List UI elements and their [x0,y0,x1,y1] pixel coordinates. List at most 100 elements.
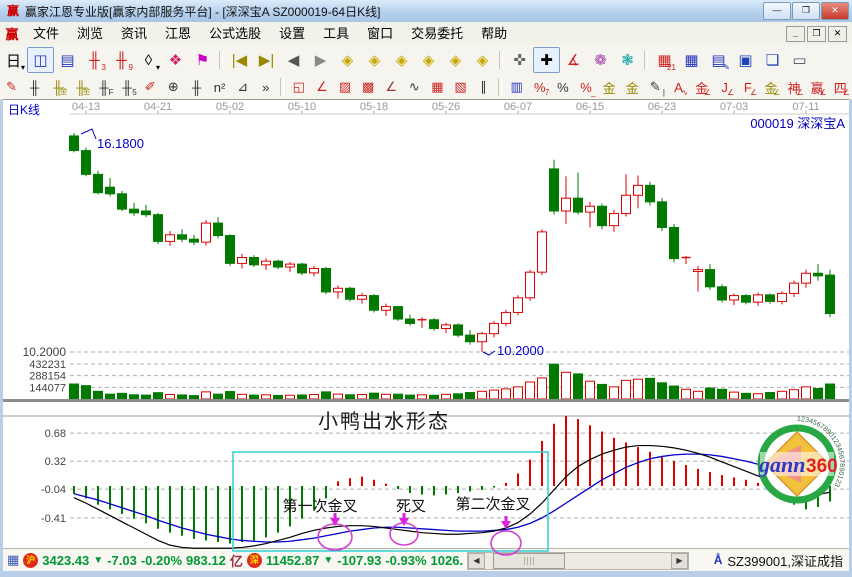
gann-flower-icon[interactable]: ❁ [587,47,614,73]
gold-angle-icon[interactable]: 金∠ [690,77,713,98]
volume-bar [226,392,235,399]
print-icon[interactable]: ▭ [786,47,813,73]
current-index-label[interactable]: SZ399001,深证成指 [727,551,843,570]
draw-pencil-icon[interactable]: ✎ [0,77,23,98]
zoom-diamond-down-icon[interactable]: ◈ [361,47,388,73]
f-angle-icon[interactable]: F∠ [736,77,759,98]
gold-angle2-icon[interactable]: 金∠ [759,77,782,98]
gann-fan-icon[interactable]: ∠ [310,77,333,98]
gann-grid-icon[interactable]: ╫ [23,77,46,98]
ying-angle-icon[interactable]: 赢∠ [806,77,829,98]
volume-flag-icon[interactable]: ⚑ [189,47,216,73]
zoom-diamond-out-icon[interactable]: ◈ [442,47,469,73]
n-square-icon[interactable]: n² [208,77,231,98]
close-button[interactable]: ✕ [821,2,849,20]
gann-square-icon[interactable]: ◱ [287,77,310,98]
maximize-button[interactable]: ❐ [792,2,820,20]
scrollbar-thumb[interactable] [493,553,565,569]
grid-icon[interactable]: ▦ [7,552,19,568]
gann-grid-icon-glyph: ╫ [30,80,39,95]
wave-brain-icon[interactable]: ❃ [614,47,641,73]
menu-item-0[interactable]: 文件 [24,23,68,44]
menu-item-5[interactable]: 设置 [270,23,314,44]
menu-item-1[interactable]: 浏览 [68,23,112,44]
menu-item-8[interactable]: 交易委托 [402,23,472,44]
percent-line-icon[interactable]: %_ [574,77,597,98]
si-angle-icon[interactable]: 四∠ [829,77,852,98]
zoom-diamond-all-icon[interactable]: ◈ [469,47,496,73]
pan-hand-icon[interactable]: ✜ [506,47,533,73]
menu-item-7[interactable]: 窗口 [358,23,402,44]
child-close-button[interactable]: ✕ [828,26,847,42]
export-chart-icon[interactable]: ❏ [759,47,786,73]
menu-item-6[interactable]: 工具 [314,23,358,44]
calculator-icon-glyph: ▦ [684,51,698,69]
measure-pencil-icon[interactable]: ✐ [139,77,162,98]
volume-bar [646,378,655,399]
angle-lines-icon[interactable]: ∠ [380,77,403,98]
cross-arrow-icon [399,518,409,526]
grid-red2-icon[interactable]: ▧ [449,77,472,98]
j-angle-icon[interactable]: J∠ [713,77,736,98]
calendar-icon[interactable]: ▦21 [651,47,678,73]
grid-red-icon[interactable]: ▦ [426,77,449,98]
volume-bar [238,394,247,399]
candle-style-button[interactable]: ◊▾ [135,47,162,73]
chart-area[interactable]: 04-1304-2105-0205-1005-1805-2606-0706-15… [0,99,852,570]
wave-brain-icon-glyph: ❃ [621,51,634,69]
sz-index-value[interactable]: 11452.87 [266,553,320,568]
high-price-annotation: 16.1800 [97,136,144,151]
cycle-spiral-icon[interactable]: ╫5 [116,77,139,98]
menu-item-2[interactable]: 资讯 [112,23,156,44]
percent-icon[interactable]: % [551,77,574,98]
gold-circle-icon[interactable]: 金 [598,77,621,98]
zoom-diamond-wide-icon[interactable]: ◈ [388,47,415,73]
zoom-diamond-left-icon[interactable]: ◈ [334,47,361,73]
go-end-button[interactable]: ▶| [253,47,280,73]
minute-chart-icon[interactable]: ◫ [27,47,54,73]
menu-item-3[interactable]: 江恩 [156,23,200,44]
wave-a-icon[interactable]: A∿ [667,77,690,98]
gann-box-icon[interactable]: ▨ [333,77,356,98]
gold-grid-icon[interactable]: ╫金 [46,77,69,98]
zoom-diamond-in-icon[interactable]: ◈ [415,47,442,73]
calculator-icon[interactable]: ▦ [678,47,705,73]
save-icon[interactable]: ▣ [732,47,759,73]
bars-9-icon[interactable]: ╫9 [108,47,135,73]
scroll-right-arrow[interactable]: ▶ [671,553,688,569]
menu-item-4[interactable]: 公式选股 [200,23,270,44]
crosshair-button[interactable]: ✚ [533,47,560,73]
scroll-left-arrow[interactable]: ◀ [468,553,485,569]
flag-angle-icon[interactable]: ⊿ [231,77,254,98]
minimize-button[interactable]: — [763,2,791,20]
zigzag-icon[interactable]: ∿ [403,77,426,98]
go-start-button[interactable]: |◀ [226,47,253,73]
info-panel-icon[interactable]: ▤ [54,47,81,73]
prev-bar-button[interactable]: ◀ [280,47,307,73]
price-scale-icon[interactable]: ▥ [505,77,528,98]
sh-index-value[interactable]: 3423.43 [42,553,89,568]
more-tools-chevron[interactable]: » [254,77,277,98]
next-bar-button[interactable]: ▶ [307,47,334,73]
parallel-lines-icon[interactable]: ∥ [472,77,495,98]
gold-line-icon[interactable]: 金 [621,77,644,98]
compass-icon[interactable]: ⊕ [162,77,185,98]
period-day-button[interactable]: 日▾ [0,47,27,73]
percent7-icon[interactable]: %7 [528,77,551,98]
horizontal-scrollbar[interactable]: ◀ ▶ [467,552,689,570]
shen-angle-icon[interactable]: 神∠ [782,77,805,98]
gold-grid2-icon[interactable]: ╫金 [69,77,92,98]
macd-indicator-name[interactable]: MACD [8,402,47,417]
fib-grid-icon[interactable]: ╫F [92,77,115,98]
bars-3-icon[interactable]: ╫3 [81,47,108,73]
angle-measure-icon[interactable]: ∡ [560,47,587,73]
notepad-icon[interactable]: ▤✎ [705,47,732,73]
candle-pencil-icon[interactable]: ✎| [644,77,667,98]
grid-plain-icon[interactable]: ╫ [185,77,208,98]
sh-down-triangle-icon: ▼ [93,555,103,566]
gann-sq9-icon[interactable]: ▩ [357,77,380,98]
child-minimize-button[interactable]: _ [786,26,805,42]
menu-item-9[interactable]: 帮助 [472,23,516,44]
turnover-icon[interactable]: ❖ [162,47,189,73]
child-restore-button[interactable]: ❐ [807,26,826,42]
